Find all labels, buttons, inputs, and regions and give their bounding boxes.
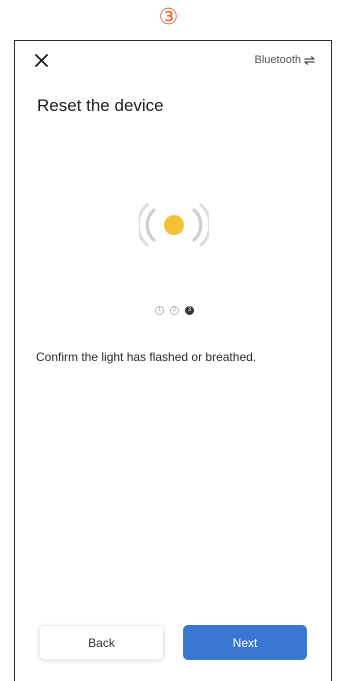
bluetooth-mode-link[interactable]: Bluetooth [255,54,315,66]
next-button[interactable]: Next [183,625,307,660]
flashing-light-icon [139,203,209,247]
close-button[interactable] [30,49,52,71]
instruction-text: Confirm the light has flashed or breathe… [36,350,257,364]
step-dot-3: 3 [185,306,194,315]
page-title: Reset the device [37,96,164,115]
bluetooth-label: Bluetooth [254,54,301,66]
swap-arrows-icon [304,55,315,65]
step-marker: ③ [158,5,179,30]
step-indicator: 1 2 3 [6,306,337,315]
light-bulb [164,215,184,235]
back-button[interactable]: Back [39,625,164,660]
close-icon [34,53,48,67]
step-dot-1: 1 [155,306,164,315]
step-dot-2: 2 [170,306,179,315]
